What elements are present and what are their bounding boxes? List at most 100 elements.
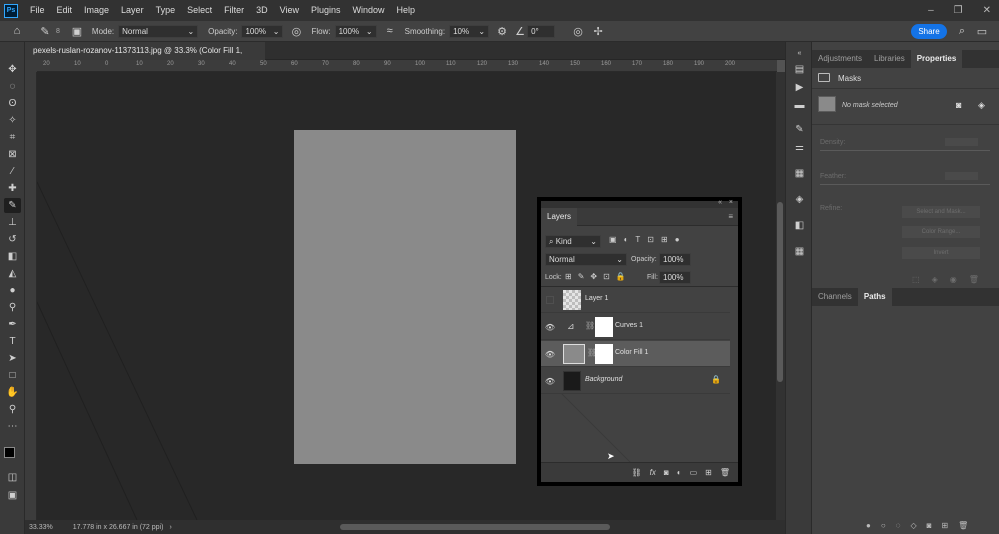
load-selection-icon[interactable]: ⬚ bbox=[912, 275, 920, 284]
symmetry-icon[interactable]: ✢ bbox=[591, 24, 605, 38]
fx-icon[interactable]: fx bbox=[650, 468, 656, 477]
scroll-thumb[interactable] bbox=[777, 202, 783, 382]
foreground-color-swatch[interactable] bbox=[4, 447, 15, 458]
share-button[interactable]: Share bbox=[911, 24, 947, 39]
opacity-input[interactable]: 100% ⌄ bbox=[241, 24, 284, 38]
layer-row-color-fill-1[interactable]: 👁 ⛓ Color Fill 1 bbox=[541, 341, 730, 367]
adjustments-sliders-icon[interactable]: ⚌ bbox=[792, 140, 807, 154]
collapse-icon[interactable]: « bbox=[792, 46, 807, 60]
crop-tool-icon[interactable]: ⌗ bbox=[4, 130, 21, 145]
blur-tool-icon[interactable]: ● bbox=[4, 283, 21, 298]
angle-input[interactable]: 0° bbox=[527, 24, 556, 38]
smoothing-input[interactable]: 10% ⌄ bbox=[449, 24, 490, 38]
delete-layer-icon[interactable]: 🗑 bbox=[720, 468, 730, 477]
new-layer-icon[interactable]: ⊞ bbox=[705, 468, 712, 477]
photoshop-logo-icon[interactable]: Ps bbox=[4, 3, 18, 18]
actions-play-icon[interactable]: ▶ bbox=[792, 80, 807, 94]
pressure-size-icon[interactable]: ◎ bbox=[571, 24, 585, 38]
tab-adjustments[interactable]: Adjustments bbox=[812, 50, 868, 68]
grid-panel-icon[interactable]: ▦ bbox=[792, 244, 807, 258]
minimize-icon[interactable]: – bbox=[928, 5, 934, 16]
brush-settings-panel-icon[interactable]: ✎ bbox=[792, 122, 807, 136]
brush-preset-icon[interactable]: ✎ bbox=[38, 24, 52, 38]
document-tab[interactable]: pexels-ruslan-rozanov-11373113.jpg @ 33.… bbox=[25, 42, 265, 73]
zoom-tool-icon[interactable]: ⚲ bbox=[4, 402, 21, 417]
home-icon[interactable]: ⌂ bbox=[10, 24, 24, 38]
menu-edit[interactable]: Edit bbox=[51, 0, 79, 21]
lock-image-icon[interactable]: ✎ bbox=[578, 272, 585, 281]
make-work-path-icon[interactable]: ◇ bbox=[910, 521, 916, 530]
apply-mask-icon[interactable]: ◈ bbox=[932, 275, 938, 284]
collapse-icon[interactable]: « bbox=[718, 199, 722, 206]
workspace-icon[interactable]: ▭ bbox=[975, 24, 989, 38]
new-path-icon[interactable]: ⊞ bbox=[941, 521, 948, 530]
layers-panel-header[interactable]: « × bbox=[541, 199, 738, 208]
menu-layer[interactable]: Layer bbox=[115, 0, 150, 21]
zoom-level[interactable]: 33.33% bbox=[29, 524, 53, 531]
frame-tool-icon[interactable]: ⊠ bbox=[4, 147, 21, 162]
hand-tool-icon[interactable]: ✋ bbox=[4, 385, 21, 400]
brush-settings-icon[interactable]: ▣ bbox=[70, 24, 84, 38]
rectangle-tool-icon[interactable]: □ bbox=[4, 368, 21, 383]
layer-name[interactable]: Color Fill 1 bbox=[615, 349, 648, 356]
eyedropper-tool-icon[interactable]: ⁄ bbox=[4, 164, 21, 179]
add-mask-icon[interactable]: ◙ bbox=[927, 521, 932, 530]
flow-input[interactable]: 100% ⌄ bbox=[334, 24, 377, 38]
comments-icon[interactable]: ▬ bbox=[792, 98, 807, 112]
layer-name[interactable]: Background bbox=[585, 376, 622, 383]
delete-icon[interactable]: 🗑 bbox=[969, 275, 979, 284]
layer-row-background[interactable]: 👁 Background 🔒 bbox=[541, 368, 730, 394]
layer-mask-thumbnail[interactable] bbox=[595, 317, 613, 337]
search-icon[interactable]: ⌕ bbox=[955, 24, 969, 38]
brush-tool-icon[interactable]: ✎ bbox=[4, 198, 21, 213]
history-icon[interactable]: ▤ bbox=[792, 62, 807, 76]
tab-channels[interactable]: Channels bbox=[812, 288, 858, 306]
gear-icon[interactable]: ⚙ bbox=[495, 24, 509, 38]
menu-3d[interactable]: 3D bbox=[250, 0, 274, 21]
lasso-tool-icon[interactable]: ʘ bbox=[4, 96, 21, 111]
density-slider[interactable] bbox=[820, 150, 990, 151]
clone-stamp-tool-icon[interactable]: ⊥ bbox=[4, 215, 21, 230]
menu-select[interactable]: Select bbox=[181, 0, 218, 21]
delete-path-icon[interactable]: 🗑 bbox=[958, 521, 968, 530]
visibility-icon[interactable]: ◉ bbox=[950, 275, 957, 284]
blend-mode-select[interactable]: Normal ⌄ bbox=[545, 253, 627, 266]
invert-button[interactable]: Invert bbox=[902, 247, 980, 259]
menu-plugins[interactable]: Plugins bbox=[305, 0, 347, 21]
quick-mask-icon[interactable]: ◫ bbox=[4, 470, 21, 485]
menu-help[interactable]: Help bbox=[391, 0, 422, 21]
dodge-tool-icon[interactable]: ⚲ bbox=[4, 300, 21, 315]
pressure-opacity-icon[interactable]: ◎ bbox=[289, 24, 303, 38]
move-tool-icon[interactable]: ✥ bbox=[4, 62, 21, 77]
select-and-mask-button[interactable]: Select and Mask... bbox=[902, 206, 980, 218]
filter-adjustment-icon[interactable]: ◐ bbox=[624, 235, 629, 244]
filter-toggle-icon[interactable]: ● bbox=[675, 235, 680, 244]
visibility-toggle[interactable] bbox=[546, 296, 554, 304]
marquee-tool-icon[interactable]: ◌ bbox=[4, 79, 21, 94]
menu-file[interactable]: File bbox=[24, 0, 51, 21]
quick-selection-tool-icon[interactable]: ✧ bbox=[4, 113, 21, 128]
tab-layers[interactable]: Layers bbox=[541, 208, 578, 226]
filter-type-icon[interactable]: T bbox=[635, 235, 640, 244]
history-brush-tool-icon[interactable]: ↺ bbox=[4, 232, 21, 247]
horizontal-ruler[interactable]: 20 10 0 10 20 30 40 50 60 70 80 90 100 110 120 130 140 15… bbox=[37, 60, 777, 72]
lock-artboard-icon[interactable]: ⊡ bbox=[603, 272, 610, 281]
vertical-ruler[interactable] bbox=[25, 72, 37, 520]
close-panel-icon[interactable]: × bbox=[729, 199, 733, 206]
eraser-tool-icon[interactable]: ◧ bbox=[4, 249, 21, 264]
stroke-path-icon[interactable]: ○ bbox=[881, 521, 886, 530]
tab-properties[interactable]: Properties bbox=[910, 50, 963, 68]
layer-name[interactable]: Curves 1 bbox=[615, 322, 643, 329]
pen-tool-icon[interactable]: ✒ bbox=[4, 317, 21, 332]
density-input[interactable] bbox=[945, 138, 978, 146]
close-icon[interactable]: ✕ bbox=[983, 5, 991, 16]
more-tools-icon[interactable]: ⋯ bbox=[4, 419, 21, 434]
ruler-origin[interactable] bbox=[25, 60, 37, 72]
feather-input[interactable] bbox=[945, 172, 978, 180]
pixel-mask-icon[interactable]: ◙ bbox=[956, 100, 961, 110]
mode-select[interactable]: Normal ⌄ bbox=[118, 24, 199, 38]
lock-all-icon[interactable]: 🔒 bbox=[616, 272, 626, 281]
layer-row-curves-1[interactable]: 👁 ⊿ ⛓ Curves 1 bbox=[541, 314, 730, 340]
healing-brush-tool-icon[interactable]: ✚ bbox=[4, 181, 21, 196]
type-tool-icon[interactable]: T bbox=[4, 334, 21, 349]
